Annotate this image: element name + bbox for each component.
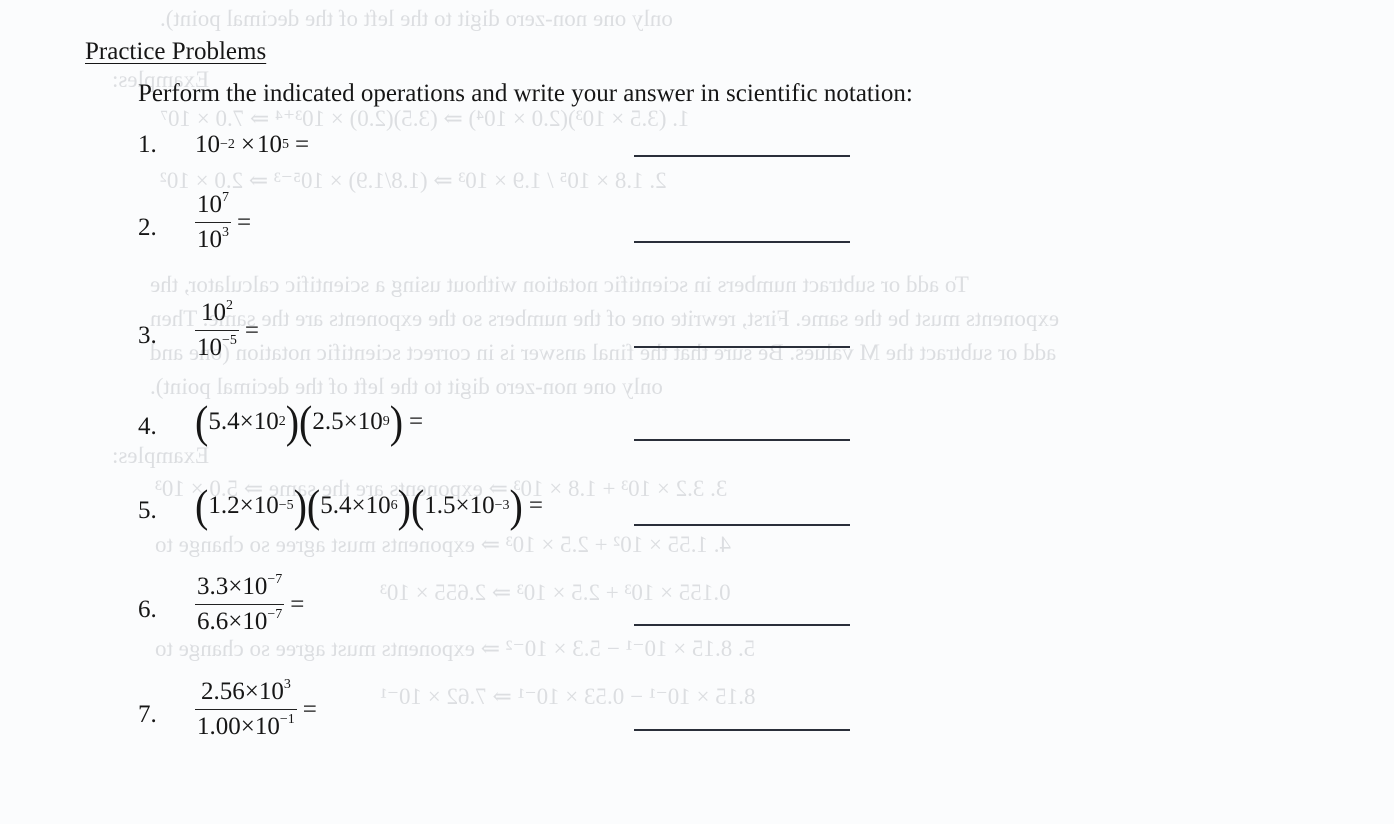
bleed-line: To add or subtract numbers in scientific… [150, 272, 969, 297]
bleed-line: only one non-zero digit to the left of t… [160, 6, 673, 31]
problem-number: 5. [138, 497, 157, 524]
section-title: Practice Problems [85, 38, 267, 65]
fraction: 3.3×10−7 6.6×10−7 [195, 572, 285, 636]
fraction-bar [195, 330, 239, 332]
bleed-line: exponents must be the same. First, rewri… [150, 306, 1060, 331]
fraction: 102 10−5 [195, 298, 239, 362]
problem-expression: 10 −2 × 10 5 = [195, 131, 310, 158]
answer-blank-7[interactable] [634, 729, 850, 731]
bleed-line: 1. (3.5 × 10³)(2.0 × 10⁴) ⇒ (3.5)(2.0) ×… [160, 106, 690, 131]
bleed-line: 4. 1.55 × 10² + 2.5 × 10³ ⇒ exponents mu… [155, 532, 731, 557]
fraction: 2.56×103 1.00×10−1 [195, 677, 297, 741]
answer-blank-3[interactable] [634, 346, 850, 348]
fraction-bar [195, 222, 231, 224]
problem-number: 1. [138, 131, 157, 158]
problem-expression: 102 10−5 = [195, 298, 260, 362]
answer-blank-4[interactable] [634, 439, 850, 441]
bleed-line: 8.15 × 10⁻¹ − 0.53 × 10⁻¹ ⇒ 7.62 × 10⁻¹ [380, 684, 756, 709]
fraction: 107 103 [195, 190, 231, 254]
bleed-line: add or subtract the M values. Be sure th… [150, 340, 1057, 365]
problem-expression: 107 103 = [195, 190, 252, 254]
fraction-bar [195, 709, 297, 711]
problem-expression: (1.2 × 10 −5) (5.4 × 10 6) (1.5 × 10 −3) = [195, 479, 543, 532]
problem-number: 4. [138, 413, 157, 440]
problem-number: 6. [138, 596, 157, 623]
instructions-text: Perform the indicated operations and wri… [138, 80, 913, 107]
fraction-bar [195, 604, 285, 606]
answer-blank-5[interactable] [634, 524, 850, 526]
answer-blank-6[interactable] [634, 624, 850, 626]
problem-number: 3. [138, 322, 157, 349]
worksheet-page: only one non-zero digit to the left of t… [0, 0, 1394, 824]
problem-expression: (5.4 × 10 2) (2.5 × 10 9) = [195, 395, 424, 448]
bleed-line: 5. 8.15 × 10⁻¹ − 5.3 × 10⁻² ⇒ exponents … [155, 636, 756, 661]
problem-number: 2. [138, 214, 157, 241]
bleed-line: only one non-zero digit to the left of t… [150, 374, 663, 399]
bleed-line: 0.155 × 10³ + 2.5 × 10³ ⇒ 2.655 × 10³ [380, 580, 731, 605]
answer-blank-1[interactable] [634, 155, 850, 157]
problem-number: 7. [138, 701, 157, 728]
answer-blank-2[interactable] [634, 241, 850, 243]
problem-expression: 3.3×10−7 6.6×10−7 = [195, 572, 305, 636]
problem-expression: 2.56×103 1.00×10−1 = [195, 677, 317, 741]
